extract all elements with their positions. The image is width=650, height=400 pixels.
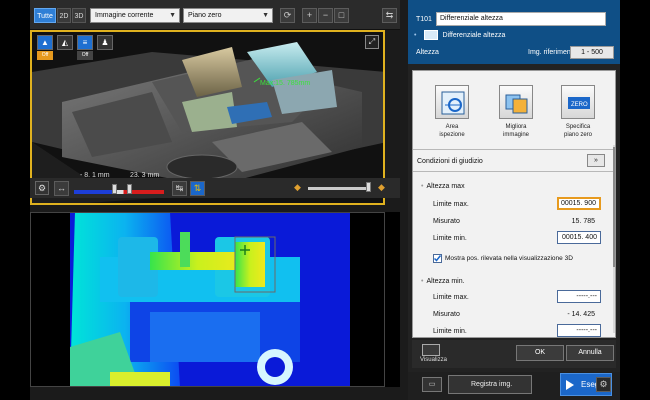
panel-footer: Visualizza OK Annulla — [412, 340, 616, 368]
height-range-slider[interactable] — [74, 190, 164, 194]
min-limit-max-label: Limite max. — [433, 294, 469, 301]
max-limit-min-label: Limite min. — [433, 235, 467, 242]
range-reset-icon[interactable]: ↔ — [54, 181, 69, 196]
max-measured-label: Misurato — [433, 218, 460, 225]
height-diff-icon — [424, 30, 439, 40]
plane-select[interactable]: Piano zero ▼ — [183, 8, 273, 23]
section-height-label: Altezza — [416, 49, 439, 56]
height-map-frame — [30, 212, 385, 387]
max-height-section: • Altezza max — [421, 183, 465, 190]
tab-2d[interactable]: 2D — [57, 8, 71, 23]
min-limit-min-field[interactable]: -----.--- — [557, 324, 601, 337]
bullet-icon: • — [421, 278, 424, 285]
tool-header: T101 Differenziale altezza • Differenzial… — [408, 0, 620, 64]
gear-icon[interactable]: ⚙ — [35, 181, 49, 195]
checkmark-icon — [433, 255, 442, 262]
refresh-icon[interactable]: ⟳ — [280, 8, 295, 23]
max-limit-min-field[interactable]: 00015. 400 — [557, 231, 601, 244]
tool-name-field[interactable]: Differenziale altezza — [436, 12, 606, 26]
plane-select-value: Piano zero — [188, 12, 222, 19]
max-measured-value: 15. 785 — [571, 218, 595, 225]
min-measured-value: - 14. 425 — [567, 311, 595, 318]
action-label-inspection-area: Area ispezione — [439, 124, 465, 138]
tool-type-label: Differenziale altezza — [442, 31, 506, 39]
divider — [413, 149, 615, 150]
zero-plane-icon: ZERO — [568, 97, 590, 109]
min-limit-max-field[interactable]: -----.--- — [557, 290, 601, 303]
inspection-area-button[interactable] — [435, 85, 469, 119]
zoom-out-icon[interactable]: − — [318, 8, 333, 23]
tab-all[interactable]: Tutte — [34, 8, 56, 23]
max-measurement-label: Max:15. 785mm — [260, 80, 311, 87]
tab-3d[interactable]: 3D — [72, 8, 86, 23]
bullet-icon: • — [421, 183, 424, 190]
max-limit-max-label: Limite max. — [433, 201, 469, 208]
range-high-handle[interactable] — [127, 184, 132, 194]
image-select-value: Immagine corrente — [95, 12, 154, 19]
mode-toggle-1[interactable]: Off — [37, 51, 53, 60]
color-palette-icon[interactable]: ◆ — [374, 181, 389, 196]
3d-view-controls: ⚙ ↔ ↹ ⇅ ◆ ◆ — [30, 178, 400, 198]
visualize-icon[interactable] — [422, 344, 440, 356]
settings-shortcut-icon[interactable]: ⚙ — [596, 377, 611, 392]
application-window: Tutte 2D 3D Immagine corrente ▼ Piano ze… — [30, 0, 620, 400]
view-mode-height-icon[interactable]: ◭ — [57, 35, 73, 50]
action-label-zero-plane: Specifica piano zero — [563, 124, 593, 138]
chevron-down-icon: ▼ — [262, 12, 269, 19]
range-low-handle[interactable] — [112, 184, 117, 194]
settings-content: ZERO Area ispezione Migliora immagine Sp… — [412, 70, 616, 338]
divider — [413, 171, 615, 172]
zero-plane-button[interactable]: ZERO — [561, 85, 595, 119]
min-height-title: Altezza min. — [426, 278, 465, 285]
bullet-icon: • — [414, 31, 417, 39]
next-page-button[interactable]: » — [587, 154, 605, 167]
view-mode-person-icon[interactable]: ♟ — [97, 35, 113, 50]
range-expand-icon[interactable]: ↹ — [172, 181, 187, 196]
judgement-conditions-title: Condizioni di giudizio — [417, 158, 483, 165]
color-swap-icon[interactable]: ⇅ — [190, 181, 205, 196]
fullscreen-icon[interactable]: ⤢ — [365, 35, 379, 49]
color-palette-icon[interactable]: ◆ — [290, 181, 305, 196]
max-height-title: Altezza max — [426, 183, 465, 190]
max-limit-max-field[interactable]: 00015. 900 — [557, 197, 601, 210]
inspection-area-icon — [441, 91, 465, 115]
enhance-image-icon — [505, 94, 528, 114]
brightness-handle[interactable] — [366, 182, 371, 192]
view-toolbar: Tutte 2D 3D Immagine corrente ▼ Piano ze… — [30, 0, 400, 30]
register-image-button[interactable]: Registra img. — [448, 375, 532, 394]
show-position-checkbox[interactable] — [433, 254, 442, 263]
view-mode-3d-icon[interactable]: ▲ — [37, 35, 53, 50]
bottom-action-bar: ▭ Registra img. Esegui — [408, 372, 620, 400]
tool-type-row: • Differenziale altezza — [414, 30, 505, 40]
visualize-label: Visualizza — [420, 357, 447, 363]
tool-code: T101 — [416, 16, 432, 23]
tool-settings-panel: T101 Differenziale altezza • Differenzial… — [408, 0, 620, 400]
ok-button[interactable]: OK — [516, 345, 564, 361]
chevron-down-icon: ▼ — [169, 12, 176, 19]
reference-image-button[interactable]: 1 - 500 — [570, 46, 614, 59]
min-limit-min-label: Limite min. — [433, 328, 467, 335]
scrollbar-thumb[interactable] — [613, 147, 615, 267]
svg-text:ZERO: ZERO — [571, 102, 588, 108]
brightness-slider[interactable] — [308, 187, 368, 190]
view-mode-colormap-icon[interactable]: ≡ — [77, 35, 93, 50]
min-measured-label: Misurato — [433, 311, 460, 318]
cancel-button[interactable]: Annulla — [566, 345, 614, 361]
min-height-section: • Altezza min. — [421, 278, 465, 285]
enhance-image-button[interactable] — [499, 85, 533, 119]
action-label-enhance-image: Migliora immagine — [502, 124, 529, 138]
2d-height-map[interactable] — [30, 212, 400, 387]
zoom-fit-icon[interactable]: □ — [334, 8, 349, 23]
play-icon — [566, 380, 574, 390]
image-select[interactable]: Immagine corrente ▼ — [90, 8, 180, 23]
panel-toggle-icon[interactable]: ⇆ — [382, 8, 397, 23]
keyboard-icon[interactable]: ▭ — [422, 377, 442, 392]
show-position-label: Mostra pos. rilevata nella visualizzazio… — [445, 255, 573, 262]
zoom-in-icon[interactable]: + — [302, 8, 317, 23]
mode-toggle-2[interactable]: Off — [77, 51, 93, 60]
